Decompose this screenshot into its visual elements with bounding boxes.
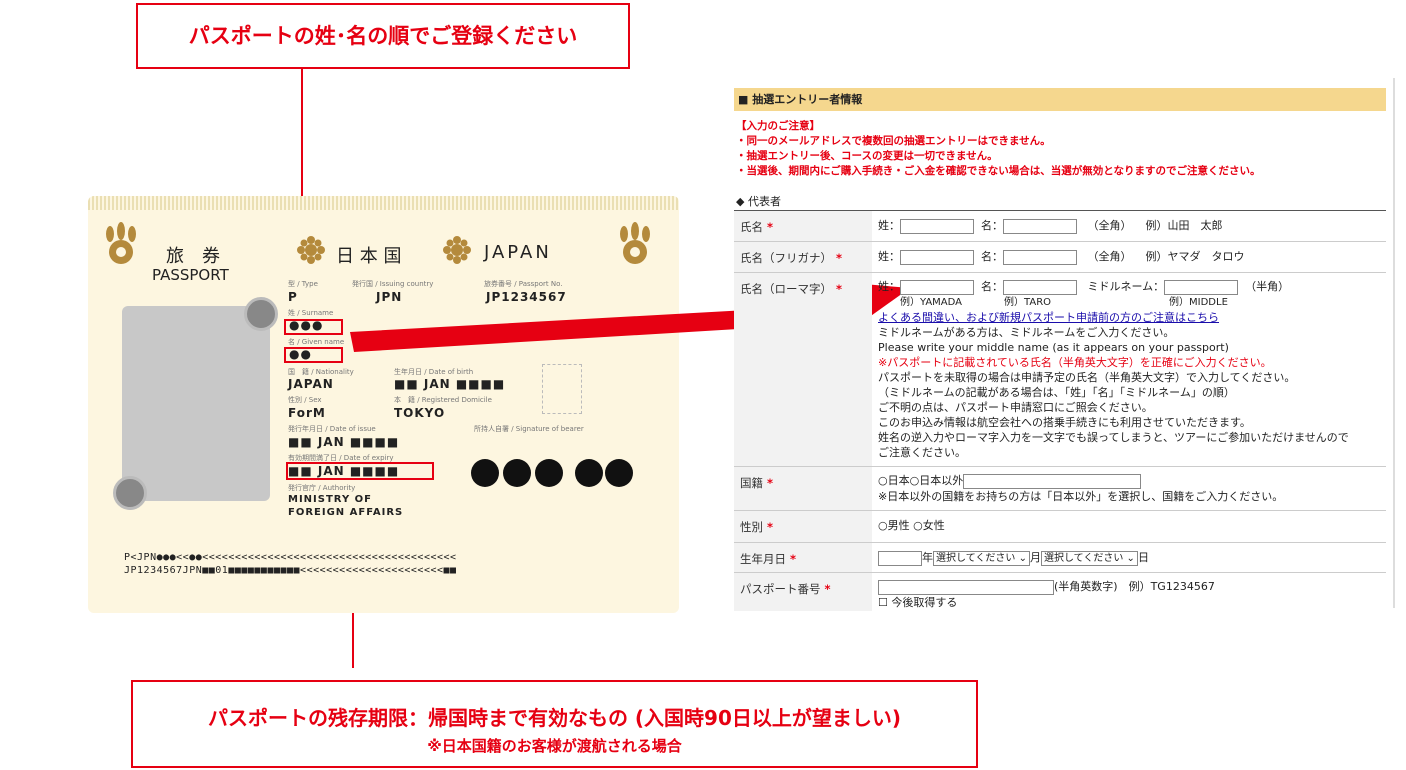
entry-form: ■ 抽選エントリー者情報 【入力のご注意】 ・同一のメールアドレスで複数回の抽選… bbox=[734, 88, 1386, 611]
surname-label: 姓 / Surname bbox=[288, 309, 334, 317]
passport-border-dots bbox=[88, 196, 679, 210]
mrz-line-2: JP1234567JPN■■01■■■■■■■■■■■<<<<<<<<<<<<<… bbox=[124, 565, 457, 576]
roman-sei-input[interactable] bbox=[900, 279, 974, 295]
callout-bottom: パスポートの残存期限：帰国時まで有効なもの (入国時90日以上が望ましい) ※日… bbox=[131, 680, 978, 768]
domicile-value: TOKYO bbox=[394, 406, 446, 420]
nationality-radio-japan[interactable]: ○日本 bbox=[878, 474, 910, 487]
nationality-input[interactable] bbox=[963, 473, 1142, 489]
nationality-radio-other[interactable]: ○日本以外 bbox=[910, 474, 964, 487]
signature-dot-1 bbox=[471, 459, 499, 487]
passport-photo bbox=[122, 306, 270, 501]
roman-middle-input[interactable] bbox=[1164, 279, 1239, 295]
row-nationality: 国籍 * ○日本○日本以外 ※日本以外の国籍をお持ちの方は「日本以外」を選択し、国… bbox=[734, 467, 1386, 511]
surname-highlight bbox=[284, 319, 343, 335]
passport-title-jp: 旅 券 bbox=[166, 246, 220, 267]
issue-value: ■■ JAN ■■■■ bbox=[288, 435, 400, 449]
signature-dot-2 bbox=[503, 459, 531, 487]
authority-value-1: MINISTRY OF bbox=[288, 494, 372, 505]
passport-seal-bottom bbox=[113, 476, 147, 510]
nationality-form-value: ○日本○日本以外 ※日本以外の国籍をお持ちの方は「日本以外」を選択し、国籍をご入… bbox=[878, 473, 1284, 503]
signature-dot-4 bbox=[575, 459, 603, 487]
name-value: 姓： 名： （全角） 例）山田 太郎 bbox=[878, 218, 1223, 234]
authority-value-2: FOREIGN AFFAIRS bbox=[288, 507, 404, 518]
row-passport-no: パスポート番号 * (半角英数字) 例）TG1234567 ☐ 今後取得する bbox=[734, 573, 1386, 611]
form-header: ■ 抽選エントリー者情報 bbox=[734, 88, 1386, 111]
passport-no-input[interactable] bbox=[878, 579, 1054, 595]
stamp-box bbox=[542, 364, 582, 414]
kana-value: 姓： 名： （全角） 例）ヤマダ タロウ bbox=[878, 249, 1245, 265]
type-value: P bbox=[288, 290, 298, 304]
passport-no-label: パスポート番号 * bbox=[734, 573, 872, 611]
expiry-highlight bbox=[286, 462, 434, 480]
passport-country-en: JAPAN bbox=[484, 242, 552, 263]
name-sei-input[interactable] bbox=[900, 218, 974, 234]
checkbox-icon[interactable]: ☐ bbox=[878, 596, 888, 609]
passport-title-en: PASSPORT bbox=[152, 266, 229, 284]
notice-line: 【入力のご注意】 bbox=[736, 120, 820, 132]
sex-form-value: ○男性 ○女性 bbox=[872, 511, 1386, 542]
kana-mei-input[interactable] bbox=[1003, 249, 1077, 265]
callout-bottom-main: パスポートの残存期限：帰国時まで有効なもの (入国時90日以上が望ましい) bbox=[207, 706, 902, 730]
row-kana: 氏名（フリガナ） * 姓： 名： （全角） 例）ヤマダ タロウ bbox=[734, 242, 1386, 273]
domicile-label: 本 籍 / Registered Domicile bbox=[394, 396, 492, 404]
sex-radio-male[interactable]: ○男性 bbox=[878, 519, 910, 532]
roman-mei-input[interactable] bbox=[1003, 279, 1077, 295]
sex-form-label: 性別 * bbox=[734, 511, 872, 542]
nationality-label: 国 籍 / Nationality bbox=[288, 368, 354, 376]
dob-day-select[interactable]: 選択してください ⌄ bbox=[1040, 550, 1138, 566]
authority-label: 発行官庁 / Authority bbox=[288, 484, 356, 492]
nationality-value: JAPAN bbox=[288, 377, 334, 391]
sex-label: 性別 / Sex bbox=[288, 396, 322, 404]
kana-label: 氏名（フリガナ） * bbox=[734, 242, 872, 272]
faq-link[interactable]: よくある間違い、および新規パスポート申請前の方のご注意はこちら bbox=[878, 311, 1219, 324]
dob-form-label: 生年月日 * bbox=[734, 543, 872, 572]
row-sex: 性別 * ○男性 ○女性 bbox=[734, 511, 1386, 543]
passport-country-jp: 日 本 国 bbox=[336, 246, 402, 267]
name-mei-input[interactable] bbox=[1003, 218, 1077, 234]
notice-line: ・同一のメールアドレスで複数回の抽選エントリーはできません。 bbox=[736, 135, 1051, 147]
sex-radio-female[interactable]: ○女性 bbox=[913, 519, 945, 532]
signature-dot-5 bbox=[605, 459, 633, 487]
notice-line: ・抽選エントリー後、コースの変更は一切できません。 bbox=[736, 150, 998, 162]
scrollbar[interactable] bbox=[1393, 78, 1395, 608]
callout-bottom-sub: ※日本国籍のお客様が渡航される場合 bbox=[427, 737, 682, 755]
chrysanthemum-emblem-right bbox=[620, 222, 650, 264]
paulownia-emblem bbox=[297, 236, 325, 264]
signature-dot-3 bbox=[535, 459, 563, 487]
row-dob: 生年月日 * 年選択してください ⌄ 月選択してください ⌄ 日 bbox=[734, 543, 1386, 573]
row-name: 氏名 * 姓： 名： （全角） 例）山田 太郎 bbox=[734, 211, 1386, 242]
mrz-line-1: P<JPN●●●<<●●<<<<<<<<<<<<<<<<<<<<<<<<<<<<… bbox=[124, 552, 457, 563]
kana-sei-input[interactable] bbox=[900, 249, 974, 265]
section-title: ◆ 代表者 bbox=[734, 193, 1386, 211]
type-label: 型 / Type bbox=[288, 280, 318, 288]
row-roman: 氏名（ローマ字） * 姓： 名： ミドルネーム： （半角） 例）YAMADA 例）T… bbox=[734, 273, 1386, 467]
chrysanthemum-emblem-left bbox=[106, 222, 136, 264]
passport-no-value: (半角英数字) 例）TG1234567 ☐ 今後取得する bbox=[878, 579, 1215, 609]
issue-label: 発行年月日 / Date of issue bbox=[288, 425, 376, 433]
dob-value: ■■ JAN ■■■■ bbox=[394, 377, 506, 391]
dob-label: 生年月日 / Date of birth bbox=[394, 368, 474, 376]
notice-block: 【入力のご注意】 ・同一のメールアドレスで複数回の抽選エントリーはできません。 … bbox=[734, 119, 1386, 179]
dob-month-select[interactable]: 選択してください ⌄ bbox=[933, 550, 1030, 566]
callout-top: パスポートの姓･名の順でご登録ください bbox=[136, 3, 630, 69]
notice-line: ・当選後、期間内にご購入手続き・ご入金を確認できない場合は、当選が無効となります… bbox=[736, 165, 1261, 177]
passport-image: 旅 券 PASSPORT 日 本 国 JAPAN 型 / Type P 発行国 … bbox=[88, 196, 679, 613]
roman-value: 姓： 名： ミドルネーム： （半角） 例）YAMADA 例）TARO 例）MIDDL… bbox=[878, 279, 1349, 459]
sex-value: ForM bbox=[288, 406, 326, 420]
signature-label: 所持人自署 / Signature of bearer bbox=[474, 425, 584, 433]
roman-label: 氏名（ローマ字） * bbox=[734, 273, 872, 466]
nationality-form-label: 国籍 * bbox=[734, 467, 872, 510]
dob-year-input[interactable] bbox=[878, 550, 922, 566]
dob-form-value: 年選択してください ⌄ 月選択してください ⌄ 日 bbox=[872, 543, 1386, 572]
name-label: 氏名 * bbox=[734, 211, 872, 241]
given-label: 名 / Given name bbox=[288, 338, 345, 346]
paulownia-emblem-2 bbox=[443, 236, 471, 264]
given-highlight bbox=[284, 347, 343, 363]
passport-seal-top bbox=[244, 297, 278, 331]
